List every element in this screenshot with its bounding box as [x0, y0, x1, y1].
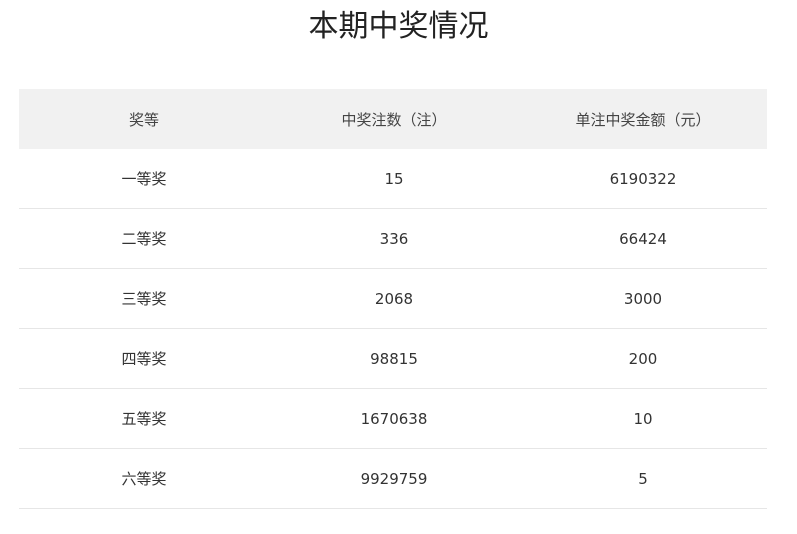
- cell-prize-level: 一等奖: [19, 149, 269, 209]
- cell-prize-amount: 200: [519, 328, 767, 389]
- prize-table: 奖等 中奖注数（注） 单注中奖金额（元） 一等奖 15 6190322 二等奖 …: [19, 89, 767, 509]
- cell-prize-amount: 5: [519, 448, 767, 509]
- cell-winning-count: 15: [269, 149, 519, 209]
- cell-prize-amount: 10: [519, 388, 767, 449]
- table-row: 一等奖 15 6190322: [19, 149, 767, 209]
- cell-winning-count: 98815: [269, 328, 519, 389]
- table-row: 四等奖 98815 200: [19, 328, 767, 389]
- cell-prize-level: 六等奖: [19, 448, 269, 509]
- cell-prize-level: 五等奖: [19, 388, 269, 449]
- table-row: 六等奖 9929759 5: [19, 448, 767, 509]
- cell-winning-count: 1670638: [269, 388, 519, 449]
- cell-winning-count: 336: [269, 208, 519, 269]
- cell-prize-level: 四等奖: [19, 328, 269, 389]
- table-row: 五等奖 1670638 10: [19, 388, 767, 449]
- cell-prize-amount: 66424: [519, 208, 767, 269]
- header-prize-amount: 单注中奖金额（元）: [519, 89, 767, 149]
- header-prize-level: 奖等: [19, 89, 269, 149]
- cell-winning-count: 9929759: [269, 448, 519, 509]
- cell-prize-level: 三等奖: [19, 268, 269, 329]
- cell-prize-level: 二等奖: [19, 208, 269, 269]
- cell-prize-amount: 6190322: [519, 149, 767, 209]
- page-title: 本期中奖情况: [308, 9, 489, 44]
- header-winning-count: 中奖注数（注）: [269, 89, 519, 149]
- table-row: 三等奖 2068 3000: [19, 268, 767, 329]
- table-row: 二等奖 336 66424: [19, 208, 767, 269]
- cell-prize-amount: 3000: [519, 268, 767, 329]
- table-header-row: 奖等 中奖注数（注） 单注中奖金额（元）: [19, 89, 767, 149]
- cell-winning-count: 2068: [269, 268, 519, 329]
